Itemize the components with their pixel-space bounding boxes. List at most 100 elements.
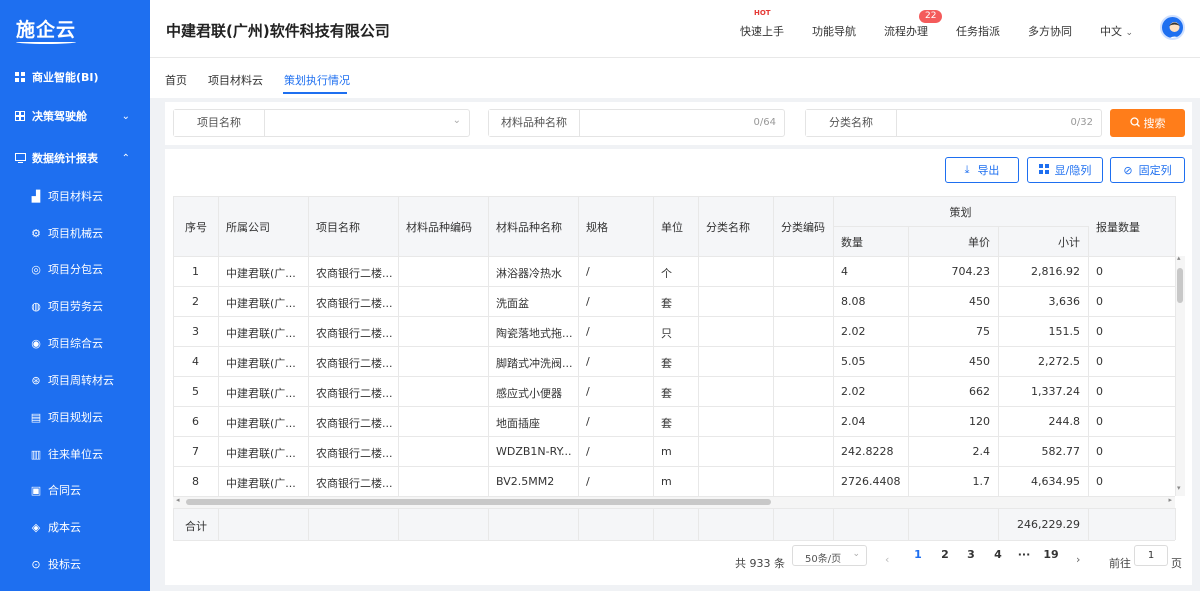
category-name-input[interactable]: 分类名称 0/32 bbox=[805, 109, 1102, 137]
scroll-down-icon[interactable]: ▾ bbox=[1177, 484, 1181, 492]
nav-task-assign[interactable]: 任务指派 bbox=[956, 23, 1000, 39]
sidebar-item-integrated[interactable]: ◉ 项目综合云 bbox=[0, 328, 150, 358]
table-row[interactable]: 6 中建君联(广... 农商银行二楼... 地面插座 / 套 2.04 120 244.8 0 bbox=[173, 406, 1175, 436]
table-row[interactable]: 5 中建君联(广... 农商银行二楼... 感应式小便器 / 套 2.02 662 1,337.… bbox=[173, 376, 1175, 406]
sidebar-item-labor[interactable]: ◍ 项目劳务云 bbox=[0, 291, 150, 321]
sidebar-item-label: 项目分包云 bbox=[48, 263, 103, 276]
page-size-select[interactable]: 50条/页 ⌄ bbox=[792, 545, 867, 566]
user-avatar[interactable] bbox=[1160, 15, 1185, 40]
project-name-label: 项目名称 bbox=[174, 110, 265, 136]
cell-unit-price: 704.23 bbox=[951, 265, 991, 278]
sidebar-item-partners[interactable]: ▥ 往来单位云 bbox=[0, 439, 150, 469]
sidebar-item-reports[interactable]: 数据统计报表 ⌃ bbox=[0, 143, 150, 173]
cell-company: 中建君联(广... bbox=[226, 297, 296, 310]
page-19[interactable]: 19 bbox=[1041, 548, 1061, 561]
cell-index: 4 bbox=[192, 355, 199, 368]
nav-collaboration[interactable]: 多方协同 bbox=[1028, 23, 1072, 39]
sidebar-item-bid[interactable]: ⊙ 投标云 bbox=[0, 549, 150, 579]
sidebar-item-machine[interactable]: ⚙ 项目机械云 bbox=[0, 218, 150, 248]
search-label: 搜索 bbox=[1143, 117, 1166, 130]
cell-project: 农商银行二楼... bbox=[316, 417, 393, 430]
horizontal-scroll-thumb[interactable] bbox=[186, 499, 771, 505]
sidebar-item-bi[interactable]: 商业智能(BI) bbox=[0, 62, 150, 92]
tab-material-cloud[interactable]: 项目材料云 bbox=[208, 72, 263, 88]
goto-page-input[interactable]: 1 bbox=[1134, 545, 1168, 566]
table-row[interactable]: 4 中建君联(广... 农商银行二楼... 脚踏式冲洗阀... / 套 5.05 450 2,2… bbox=[173, 346, 1175, 376]
col-divider bbox=[308, 508, 309, 540]
table-row[interactable]: 8 中建君联(广... 农商银行二楼... BV2.5MM2 / m 2726.4408 1.… bbox=[173, 466, 1175, 496]
cell-company: 中建君联(广... bbox=[226, 267, 296, 280]
company-title: 中建君联(广州)软件科技有限公司 bbox=[166, 22, 390, 40]
sidebar-item-turnover[interactable]: ⊛ 项目周转材云 bbox=[0, 365, 150, 395]
sidebar-item-contract[interactable]: ▣ 合同云 bbox=[0, 475, 150, 505]
fix-columns-button[interactable]: ⊘ 固定列 bbox=[1110, 157, 1185, 183]
scroll-right-icon[interactable]: ▸ bbox=[1168, 496, 1172, 504]
scroll-up-icon[interactable]: ▴ bbox=[1177, 254, 1181, 262]
cell-report-qty: 0 bbox=[1096, 355, 1103, 368]
page-2[interactable]: 2 bbox=[935, 548, 955, 561]
row-divider bbox=[173, 256, 1175, 257]
search-button[interactable]: 搜索 bbox=[1110, 109, 1185, 137]
data-table: 序号 所属公司 项目名称 材料品种编码 材料品种名称 规格 单位 分类名称 分类… bbox=[173, 196, 1185, 541]
cell-report-qty: 0 bbox=[1096, 265, 1103, 278]
cell-material-name: 陶瓷落地式拖... bbox=[496, 327, 573, 340]
page-4[interactable]: 4 bbox=[988, 548, 1008, 561]
total-label: 合计 bbox=[185, 520, 207, 533]
cell-company: 中建君联(广... bbox=[226, 417, 296, 430]
prev-page-icon[interactable]: ‹ bbox=[885, 553, 889, 566]
col-divider bbox=[653, 508, 654, 540]
sidebar-item-plan[interactable]: ▤ 项目规划云 bbox=[0, 402, 150, 432]
col-divider bbox=[308, 196, 309, 496]
col-divider bbox=[698, 508, 699, 540]
page-1[interactable]: 1 bbox=[908, 548, 928, 561]
app-logo[interactable]: 施企云 bbox=[0, 0, 150, 58]
sidebar-item-label: 成本云 bbox=[48, 521, 81, 534]
page-3[interactable]: 3 bbox=[961, 548, 981, 561]
scroll-left-icon[interactable]: ◂ bbox=[176, 496, 180, 504]
vertical-scroll-thumb[interactable] bbox=[1177, 268, 1183, 303]
cell-material-name: WDZB1N-RY... bbox=[496, 445, 572, 458]
cell-subtotal: 582.77 bbox=[1041, 445, 1081, 458]
col-header-company: 所属公司 bbox=[226, 221, 270, 234]
col-divider bbox=[173, 196, 174, 496]
cell-spec: / bbox=[586, 325, 590, 338]
table-row[interactable]: 1 中建君联(广... 农商银行二楼... 淋浴器冷热水 / 个 4 704.23 2,816.… bbox=[173, 256, 1175, 286]
cell-subtotal: 3,636 bbox=[1048, 295, 1081, 308]
col-header-unit: 单位 bbox=[661, 221, 683, 234]
sidebar-item-cockpit[interactable]: 决策驾驶舱 ⌄ bbox=[0, 101, 150, 131]
material-name-input[interactable]: 材料品种名称 0/64 bbox=[488, 109, 785, 137]
cell-company: 中建君联(广... bbox=[226, 477, 296, 490]
cell-index: 7 bbox=[192, 445, 199, 458]
cell-subtotal: 2,272.5 bbox=[1038, 355, 1080, 368]
vertical-scrollbar[interactable]: ▴ ▾ bbox=[1175, 254, 1185, 496]
next-page-icon[interactable]: › bbox=[1076, 553, 1080, 566]
cell-index: 6 bbox=[192, 415, 199, 428]
col-divider bbox=[653, 196, 654, 496]
nav-quick-start[interactable]: 快速上手 bbox=[740, 23, 784, 39]
cell-material-name: 洗面盆 bbox=[496, 297, 529, 310]
horizontal-scrollbar[interactable]: ◂ ▸ bbox=[173, 496, 1175, 508]
cell-project: 农商银行二楼... bbox=[316, 447, 393, 460]
tab-home[interactable]: 首页 bbox=[165, 72, 187, 88]
nav-workflow[interactable]: 流程办理 bbox=[884, 23, 928, 39]
table-row[interactable]: 3 中建君联(广... 农商银行二楼... 陶瓷落地式拖... / 只 2.02 75 151.… bbox=[173, 316, 1175, 346]
sidebar-item-subcontract[interactable]: ◎ 项目分包云 bbox=[0, 254, 150, 284]
col-divider bbox=[998, 226, 999, 496]
project-name-select[interactable]: 项目名称 ⌄ bbox=[173, 109, 470, 137]
tab-plan-execution[interactable]: 策划执行情况 bbox=[284, 72, 350, 88]
sidebar-item-cost[interactable]: ◈ 成本云 bbox=[0, 512, 150, 542]
sidebar-item-material[interactable]: ▟ 项目材料云 bbox=[0, 181, 150, 211]
export-button[interactable]: ⤓ 导出 bbox=[945, 157, 1019, 183]
toggle-columns-button[interactable]: 显/隐列 bbox=[1027, 157, 1103, 183]
col-divider bbox=[218, 196, 219, 496]
nav-function-guide[interactable]: 功能导航 bbox=[812, 23, 856, 39]
cell-spec: / bbox=[586, 355, 590, 368]
cell-subtotal: 4,634.95 bbox=[1031, 475, 1080, 488]
table-row[interactable]: 7 中建君联(广... 农商银行二楼... WDZB1N-RY... / m 242.822… bbox=[173, 436, 1175, 466]
toggle-columns-label: 显/隐列 bbox=[1054, 164, 1092, 177]
page-ellipsis[interactable]: ··· bbox=[1014, 548, 1034, 561]
language-select[interactable]: 中文 ⌄ bbox=[1100, 23, 1133, 39]
cell-subtotal: 151.5 bbox=[1048, 325, 1081, 338]
table-row[interactable]: 2 中建君联(广... 农商银行二楼... 洗面盆 / 套 8.08 450 3,636 0 bbox=[173, 286, 1175, 316]
download-icon: ⤓ bbox=[964, 163, 970, 176]
